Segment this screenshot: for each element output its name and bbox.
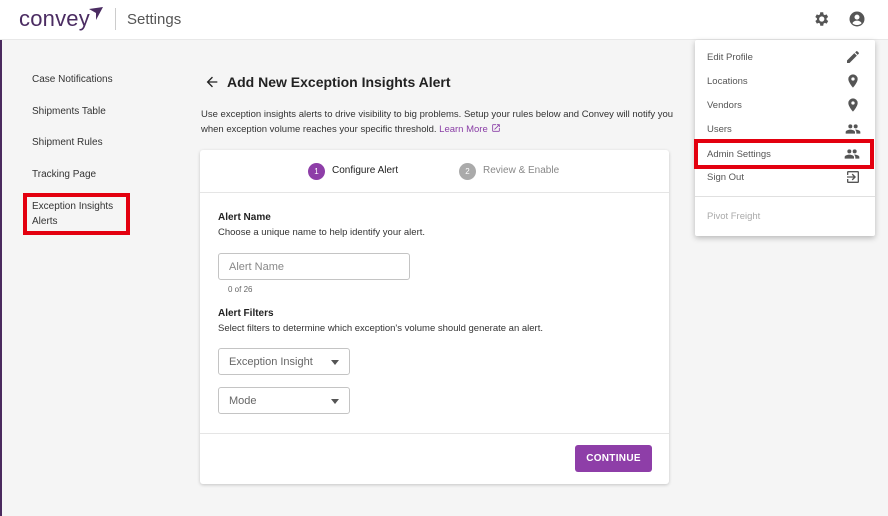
description-text: Use exception insights alerts to drive v… bbox=[201, 109, 674, 135]
sidebar-item-tracking-page[interactable]: Tracking Page bbox=[32, 167, 96, 182]
convey-logo[interactable]: convey bbox=[19, 6, 90, 32]
back-arrow-icon[interactable] bbox=[204, 74, 220, 90]
top-bar: convey Settings bbox=[0, 0, 888, 40]
alert-name-input[interactable] bbox=[218, 253, 410, 280]
menu-item-label: Sign Out bbox=[707, 172, 744, 183]
account-circle-icon[interactable] bbox=[848, 10, 866, 28]
learn-more-link[interactable]: Learn More bbox=[439, 124, 488, 135]
sign-out-icon bbox=[847, 171, 859, 183]
caret-down-icon bbox=[331, 360, 339, 365]
logo-mark-icon bbox=[89, 7, 103, 20]
alert-filters-title: Alert Filters bbox=[218, 308, 274, 319]
external-link-icon[interactable] bbox=[491, 123, 501, 133]
caret-down-icon bbox=[331, 399, 339, 404]
alert-filters-help: Select filters to determine which except… bbox=[218, 323, 543, 334]
step-2-badge: 2 bbox=[459, 163, 476, 180]
mode-select-label: Mode bbox=[229, 395, 257, 407]
menu-item-label: Users bbox=[707, 124, 732, 135]
page-section-title: Settings bbox=[127, 11, 182, 28]
step-2-label: Review & Enable bbox=[483, 165, 560, 176]
location-pin-icon bbox=[848, 74, 858, 88]
page-title: Add New Exception Insights Alert bbox=[227, 74, 451, 90]
page-description: Use exception insights alerts to drive v… bbox=[201, 107, 681, 137]
menu-item-label: Vendors bbox=[707, 100, 742, 111]
window-edge bbox=[0, 0, 2, 516]
stepper: 1 Configure Alert 2 Review & Enable bbox=[200, 150, 669, 193]
account-menu: Edit Profile Locations Vendors Users Adm… bbox=[694, 40, 875, 236]
menu-item-label: Locations bbox=[707, 76, 748, 87]
menu-item-label: Edit Profile bbox=[707, 52, 753, 63]
sidebar-item-exception-insights-alerts[interactable]: Exception Insights Alerts bbox=[23, 193, 130, 235]
exception-insight-select-label: Exception Insight bbox=[229, 356, 313, 368]
menu-item-sign-out[interactable]: Sign Out bbox=[695, 165, 875, 189]
continue-button[interactable]: CONTINUE bbox=[575, 445, 652, 472]
sidebar-item-shipments-table[interactable]: Shipments Table bbox=[32, 104, 106, 119]
exception-insight-select[interactable]: Exception Insight bbox=[218, 348, 350, 375]
alert-name-char-count: 0 of 26 bbox=[228, 285, 253, 294]
people-icon bbox=[844, 149, 860, 159]
gear-icon[interactable] bbox=[812, 10, 830, 28]
sidebar-item-shipment-rules[interactable]: Shipment Rules bbox=[32, 135, 103, 150]
menu-item-label: Admin Settings bbox=[707, 149, 771, 160]
menu-item-locations[interactable]: Locations bbox=[695, 69, 875, 93]
sidebar-item-case-notifications[interactable]: Case Notifications bbox=[32, 72, 113, 87]
alert-name-help: Choose a unique name to help identify yo… bbox=[218, 227, 426, 238]
pencil-icon bbox=[847, 51, 859, 63]
step-1-badge: 1 bbox=[308, 163, 325, 180]
step-1-label: Configure Alert bbox=[332, 165, 399, 176]
menu-item-vendors[interactable]: Vendors bbox=[695, 93, 875, 117]
alert-form-card: 1 Configure Alert 2 Review & Enable Aler… bbox=[200, 150, 669, 484]
location-pin-icon bbox=[848, 98, 858, 112]
menu-item-edit-profile[interactable]: Edit Profile bbox=[695, 45, 875, 69]
menu-item-users[interactable]: Users bbox=[695, 117, 875, 141]
organization-name[interactable]: Pivot Freight bbox=[707, 211, 760, 222]
header-divider bbox=[115, 8, 116, 30]
menu-divider bbox=[695, 196, 875, 197]
alert-name-title: Alert Name bbox=[218, 212, 271, 223]
mode-select[interactable]: Mode bbox=[218, 387, 350, 414]
card-footer-divider bbox=[200, 433, 669, 434]
people-icon bbox=[845, 124, 861, 134]
